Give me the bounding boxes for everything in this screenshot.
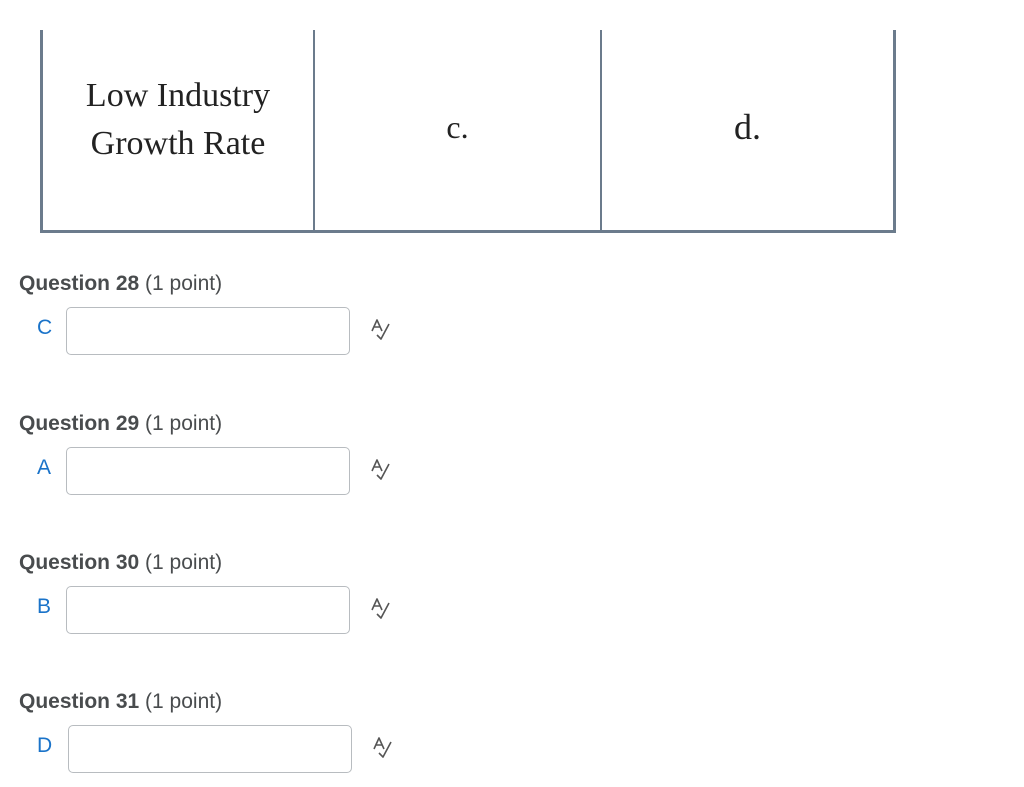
question-heading: Question 30 (1 point) <box>19 549 222 577</box>
answer-label: B <box>37 595 52 618</box>
question-heading: Question 29 (1 point) <box>19 410 222 438</box>
answer-row: B <box>19 586 419 636</box>
answer-input[interactable] <box>66 307 350 355</box>
matrix-table: Low Industry Growth Rate c. d. <box>40 30 896 233</box>
question-30: Question 30 (1 point) B <box>19 549 390 634</box>
matrix-cell-c: c. <box>315 30 602 230</box>
question-number: Question 30 <box>19 551 140 574</box>
question-31: Question 31 (1 point) D <box>19 688 392 773</box>
spell-check-icon[interactable] <box>370 736 394 760</box>
answer-label: A <box>37 456 52 479</box>
spell-check-icon[interactable] <box>368 318 392 342</box>
question-28: Question 28 (1 point) C <box>19 270 390 355</box>
question-number: Question 31 <box>19 690 140 713</box>
question-points: (1 point) <box>145 412 223 435</box>
spell-check-icon[interactable] <box>368 597 392 621</box>
answer-label: C <box>37 316 53 339</box>
question-points: (1 point) <box>145 272 223 295</box>
question-heading: Question 28 (1 point) <box>19 270 222 298</box>
answer-row: C <box>19 307 419 357</box>
row-header-line-1: Low Industry <box>85 77 271 114</box>
answer-row: A <box>19 447 419 497</box>
answer-label: D <box>37 734 53 757</box>
matrix-cell-d: d. <box>734 107 761 147</box>
answer-input[interactable] <box>66 447 350 495</box>
question-number: Question 28 <box>19 272 140 295</box>
question-points: (1 point) <box>145 551 223 574</box>
answer-input[interactable] <box>66 586 350 634</box>
answer-row: D <box>19 725 419 775</box>
question-points: (1 point) <box>145 690 223 713</box>
answer-input[interactable] <box>68 725 352 773</box>
question-heading: Question 31 (1 point) <box>19 688 222 716</box>
question-number: Question 29 <box>19 412 140 435</box>
question-29: Question 29 (1 point) A <box>19 410 390 495</box>
row-header-cell: Low Industry Growth Rate <box>43 30 315 230</box>
row-header-line-2: Growth Rate <box>90 125 266 162</box>
spell-check-icon[interactable] <box>368 458 392 482</box>
